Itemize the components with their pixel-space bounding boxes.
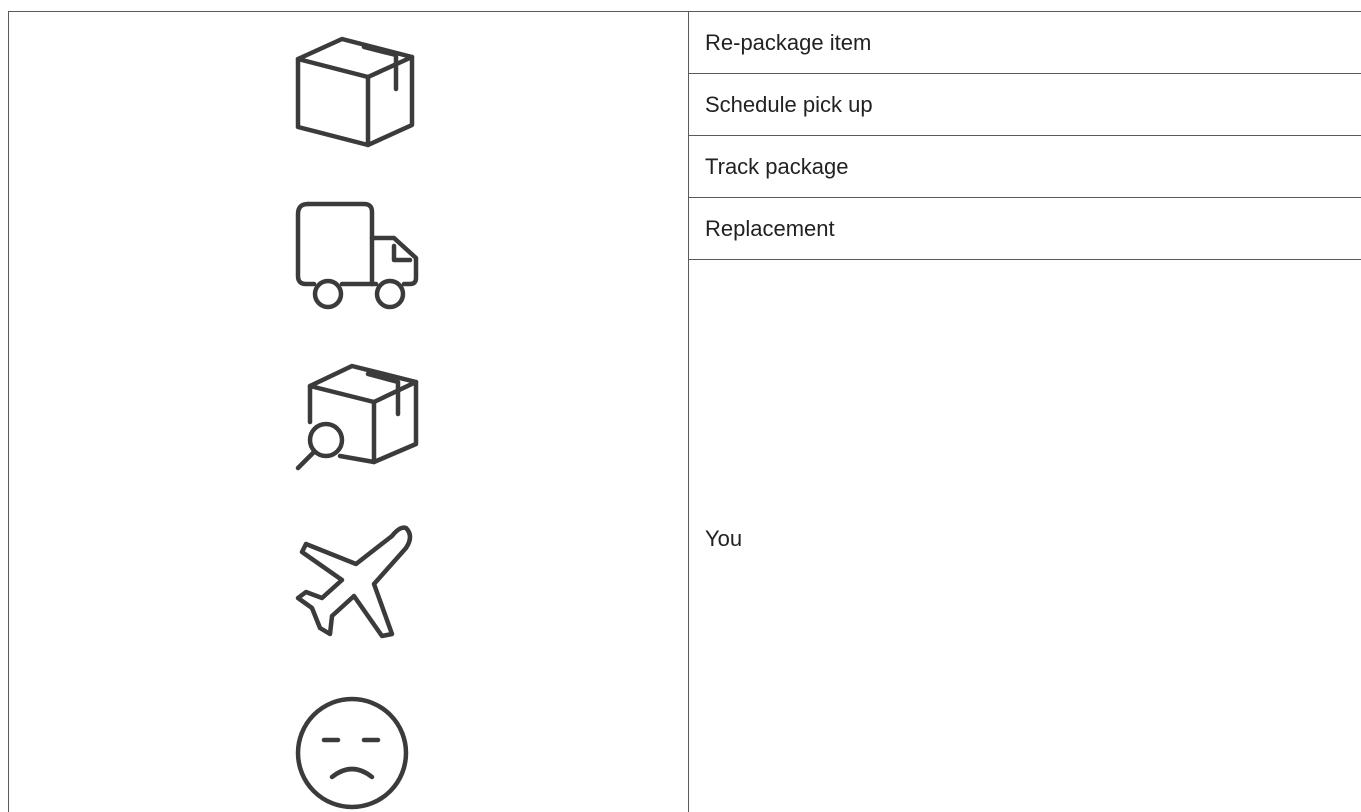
airplane-icon	[294, 524, 419, 640]
option-label: Track package	[705, 154, 849, 179]
option-label: Schedule pick up	[705, 92, 873, 117]
layout-grid: Re-package item Schedule pick up Track p…	[8, 11, 1361, 812]
option-schedule-pick-up[interactable]: Schedule pick up	[689, 74, 1361, 136]
icon-column	[9, 12, 689, 812]
box-icon	[294, 36, 416, 149]
response-area: You	[689, 264, 1361, 812]
option-list: Re-package item Schedule pick up Track p…	[689, 12, 1361, 812]
sad-face-icon	[294, 695, 409, 810]
option-label: Replacement	[705, 216, 835, 241]
option-label: Re-package item	[705, 30, 872, 55]
delivery-truck-icon	[294, 201, 419, 314]
option-repackage-item[interactable]: Re-package item	[689, 12, 1361, 74]
response-text: You	[705, 526, 743, 551]
option-track-package[interactable]: Track package	[689, 136, 1361, 198]
option-replacement[interactable]: Replacement	[689, 198, 1361, 260]
package-search-icon	[294, 363, 419, 476]
